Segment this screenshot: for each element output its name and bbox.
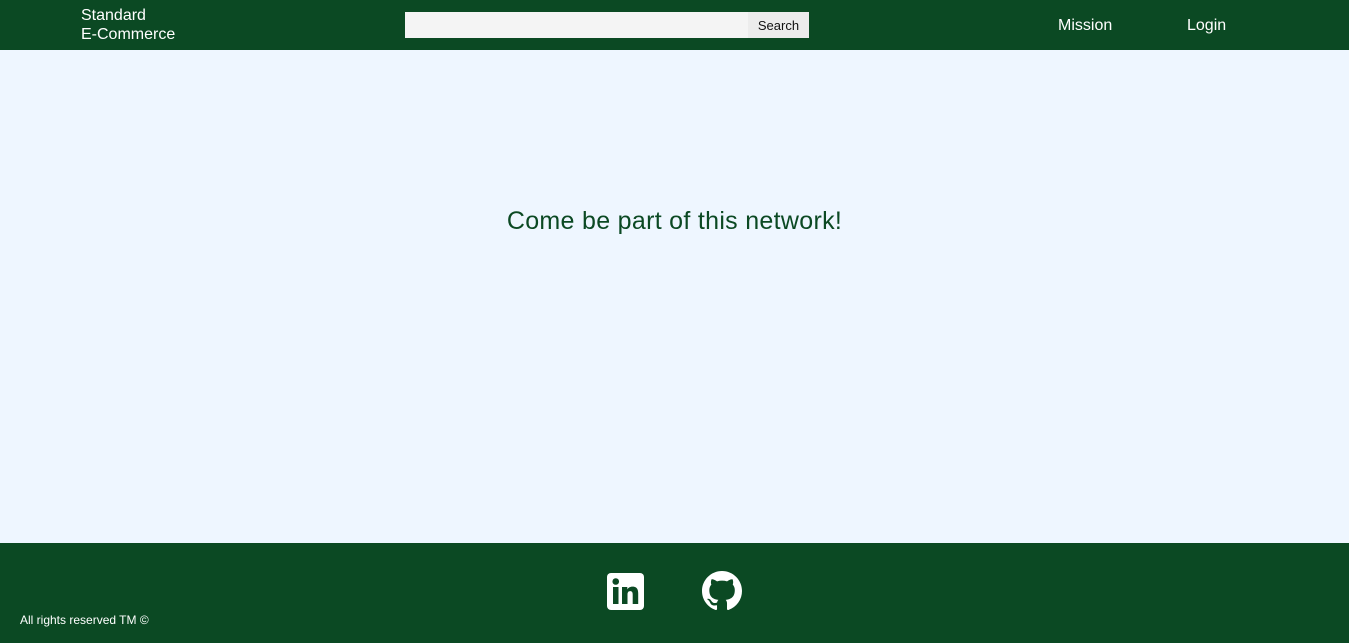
github-icon — [702, 571, 742, 611]
search-form: Search — [405, 12, 809, 38]
main-content: Come be part of this network! — [0, 50, 1349, 543]
linkedin-link[interactable] — [607, 573, 644, 610]
search-button[interactable]: Search — [748, 12, 809, 38]
copyright-text: All rights reserved TM © — [20, 613, 149, 627]
github-link[interactable] — [702, 571, 742, 611]
brand-line-1: Standard — [81, 7, 146, 24]
page: Standard E-Commerce Search Mission Login… — [0, 0, 1349, 643]
search-input[interactable] — [405, 12, 748, 38]
page-headline: Come be part of this network! — [506, 207, 843, 235]
brand-logo-link[interactable]: Standard E-Commerce — [81, 6, 175, 44]
footer: All rights reserved TM © — [0, 543, 1349, 643]
top-navbar: Standard E-Commerce Search Mission Login — [0, 0, 1349, 50]
linkedin-icon — [607, 573, 644, 610]
nav-login-link[interactable]: Login — [1187, 16, 1226, 35]
nav-mission-link[interactable]: Mission — [1058, 16, 1112, 35]
brand-line-2: E-Commerce — [81, 26, 176, 43]
